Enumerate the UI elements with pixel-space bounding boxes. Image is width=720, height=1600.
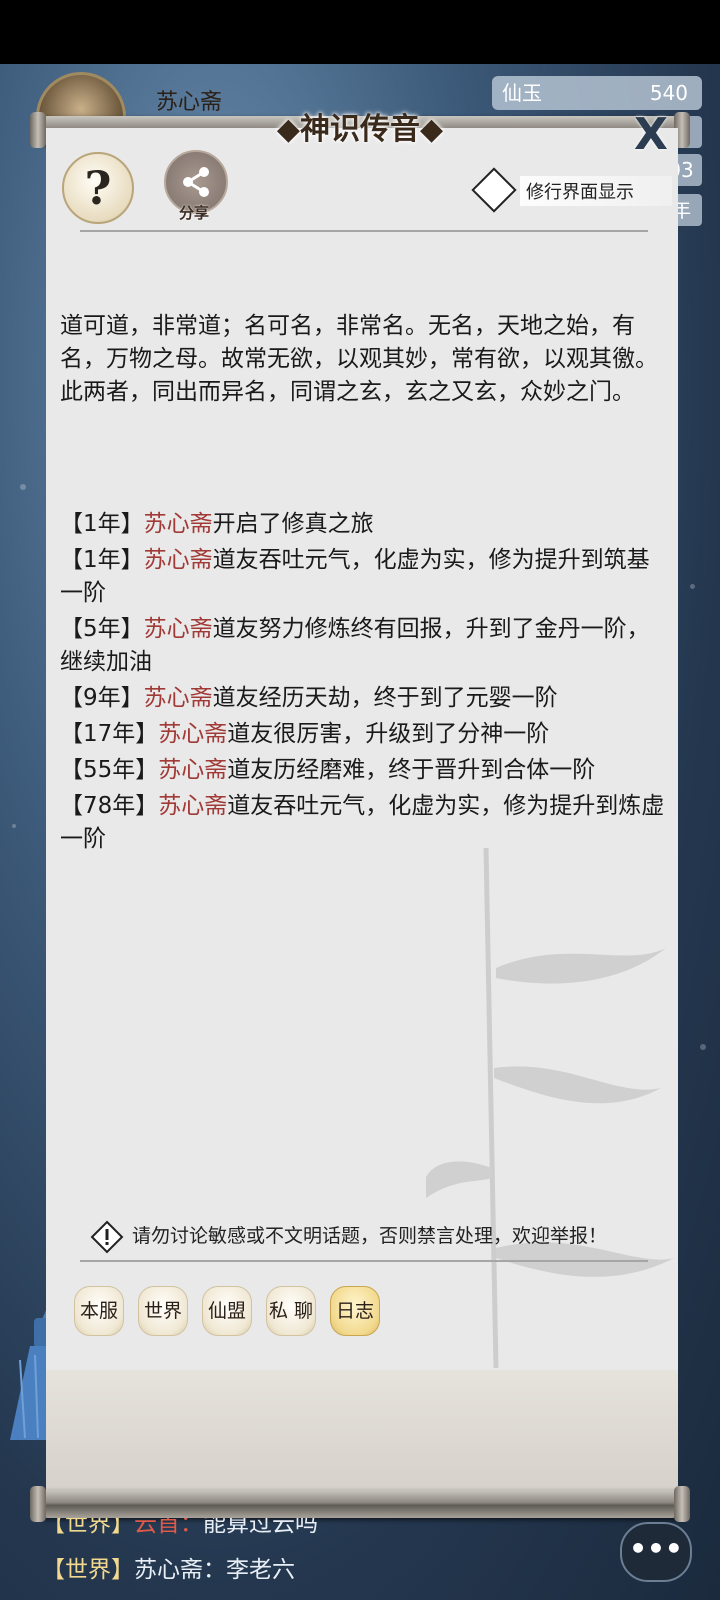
tab-private-chat[interactable]: 私 聊 [266, 1286, 316, 1336]
help-button[interactable]: ? [62, 152, 134, 224]
warning-text: 请勿讨论敏感或不文明话题，否则禁言处理，欢迎举报！ [132, 1225, 608, 1247]
tab-alliance[interactable]: 仙盟 [202, 1286, 252, 1336]
log-entry: 【5年】苏心斋道友努力修炼终有回报，升到了金丹一阶，继续加油 [60, 613, 670, 679]
status-bar [0, 0, 720, 64]
chat-text: 李老六 [226, 1557, 295, 1583]
input-area[interactable] [46, 1370, 678, 1506]
log-list: 【1年】苏心斋开启了修真之旅 【1年】苏心斋道友吞吐元气，化虚为实，修为提升到筑… [60, 508, 670, 859]
log-year: 【9年】 [60, 685, 144, 711]
log-player-name[interactable]: 苏心斋 [144, 547, 213, 573]
intro-text: 道可道，非常道；名可名，非常名。无名，天地之始，有名，万物之母。故常无欲，以观其… [60, 313, 658, 405]
log-entry: 【55年】苏心斋道友历经磨难，终于晋升到合体一阶 [60, 754, 670, 787]
log-text: 道友经历天劫，终于到了元婴一阶 [212, 685, 558, 711]
share-button[interactable]: 分享 [160, 150, 228, 224]
tab-server[interactable]: 本服 [74, 1286, 124, 1336]
log-player-name[interactable]: 苏心斋 [158, 793, 227, 819]
player-name: 苏心斋 [156, 90, 223, 115]
log-entry: 【9年】苏心斋道友经历天劫，终于到了元婴一阶 [60, 682, 670, 715]
currency-display: 仙玉 540 [492, 76, 702, 110]
bamboo-watermark [426, 848, 674, 1368]
log-entry: 【1年】苏心斋开启了修真之旅 [60, 508, 670, 541]
tab-world[interactable]: 世界 [138, 1286, 188, 1336]
scroll-roller-bottom [30, 1486, 690, 1522]
log-text: 开启了修真之旅 [212, 511, 374, 537]
close-button[interactable]: X [628, 112, 674, 158]
log-player-name[interactable]: 苏心斋 [144, 616, 213, 642]
tab-log[interactable]: 日志 [330, 1286, 380, 1336]
log-entry: 【1年】苏心斋道友吞吐元气，化虚为实，修为提升到筑基一阶 [60, 544, 670, 610]
warning-icon [90, 1220, 124, 1254]
warning-divider [80, 1260, 648, 1262]
dialog-title: ◆神识传音◆ [276, 112, 444, 147]
log-entry: 【17年】苏心斋道友很厉害，升级到了分神一阶 [60, 718, 670, 751]
chat-sender[interactable]: 苏心斋： [134, 1557, 226, 1583]
warning-notice: 请勿讨论敏感或不文明话题，否则禁言处理，欢迎举报！ [90, 1218, 660, 1254]
log-player-name[interactable]: 苏心斋 [158, 721, 227, 747]
chat-message: 【世界】苏心斋：李老六 [42, 1550, 295, 1584]
log-year: 【17年】 [60, 721, 159, 747]
log-year: 【1年】 [60, 511, 144, 537]
log-player-name[interactable]: 苏心斋 [144, 511, 213, 537]
log-player-name[interactable]: 苏心斋 [158, 757, 227, 783]
share-label: 分享 [178, 204, 209, 222]
log-year: 【78年】 [60, 793, 159, 819]
currency-label: 仙玉 [502, 81, 542, 105]
toggle-label: 修行界面显示 [520, 176, 672, 206]
currency-value: 540 [649, 81, 688, 105]
log-entry: 【78年】苏心斋道友吞吐元气，化虚为实，修为提升到炼虚一阶 [60, 790, 670, 856]
log-text: 道友历经磨难，终于晋升到合体一阶 [227, 757, 596, 783]
log-text: 道友很厉害，升级到了分神一阶 [227, 721, 550, 747]
chat-channel: 【世界】 [42, 1557, 134, 1583]
header-divider [80, 230, 648, 232]
log-year: 【5年】 [60, 616, 144, 642]
chat-bubble-button[interactable]: ••• [620, 1522, 692, 1582]
log-year: 【55年】 [60, 757, 159, 783]
log-year: 【1年】 [60, 547, 144, 573]
log-player-name[interactable]: 苏心斋 [144, 685, 213, 711]
